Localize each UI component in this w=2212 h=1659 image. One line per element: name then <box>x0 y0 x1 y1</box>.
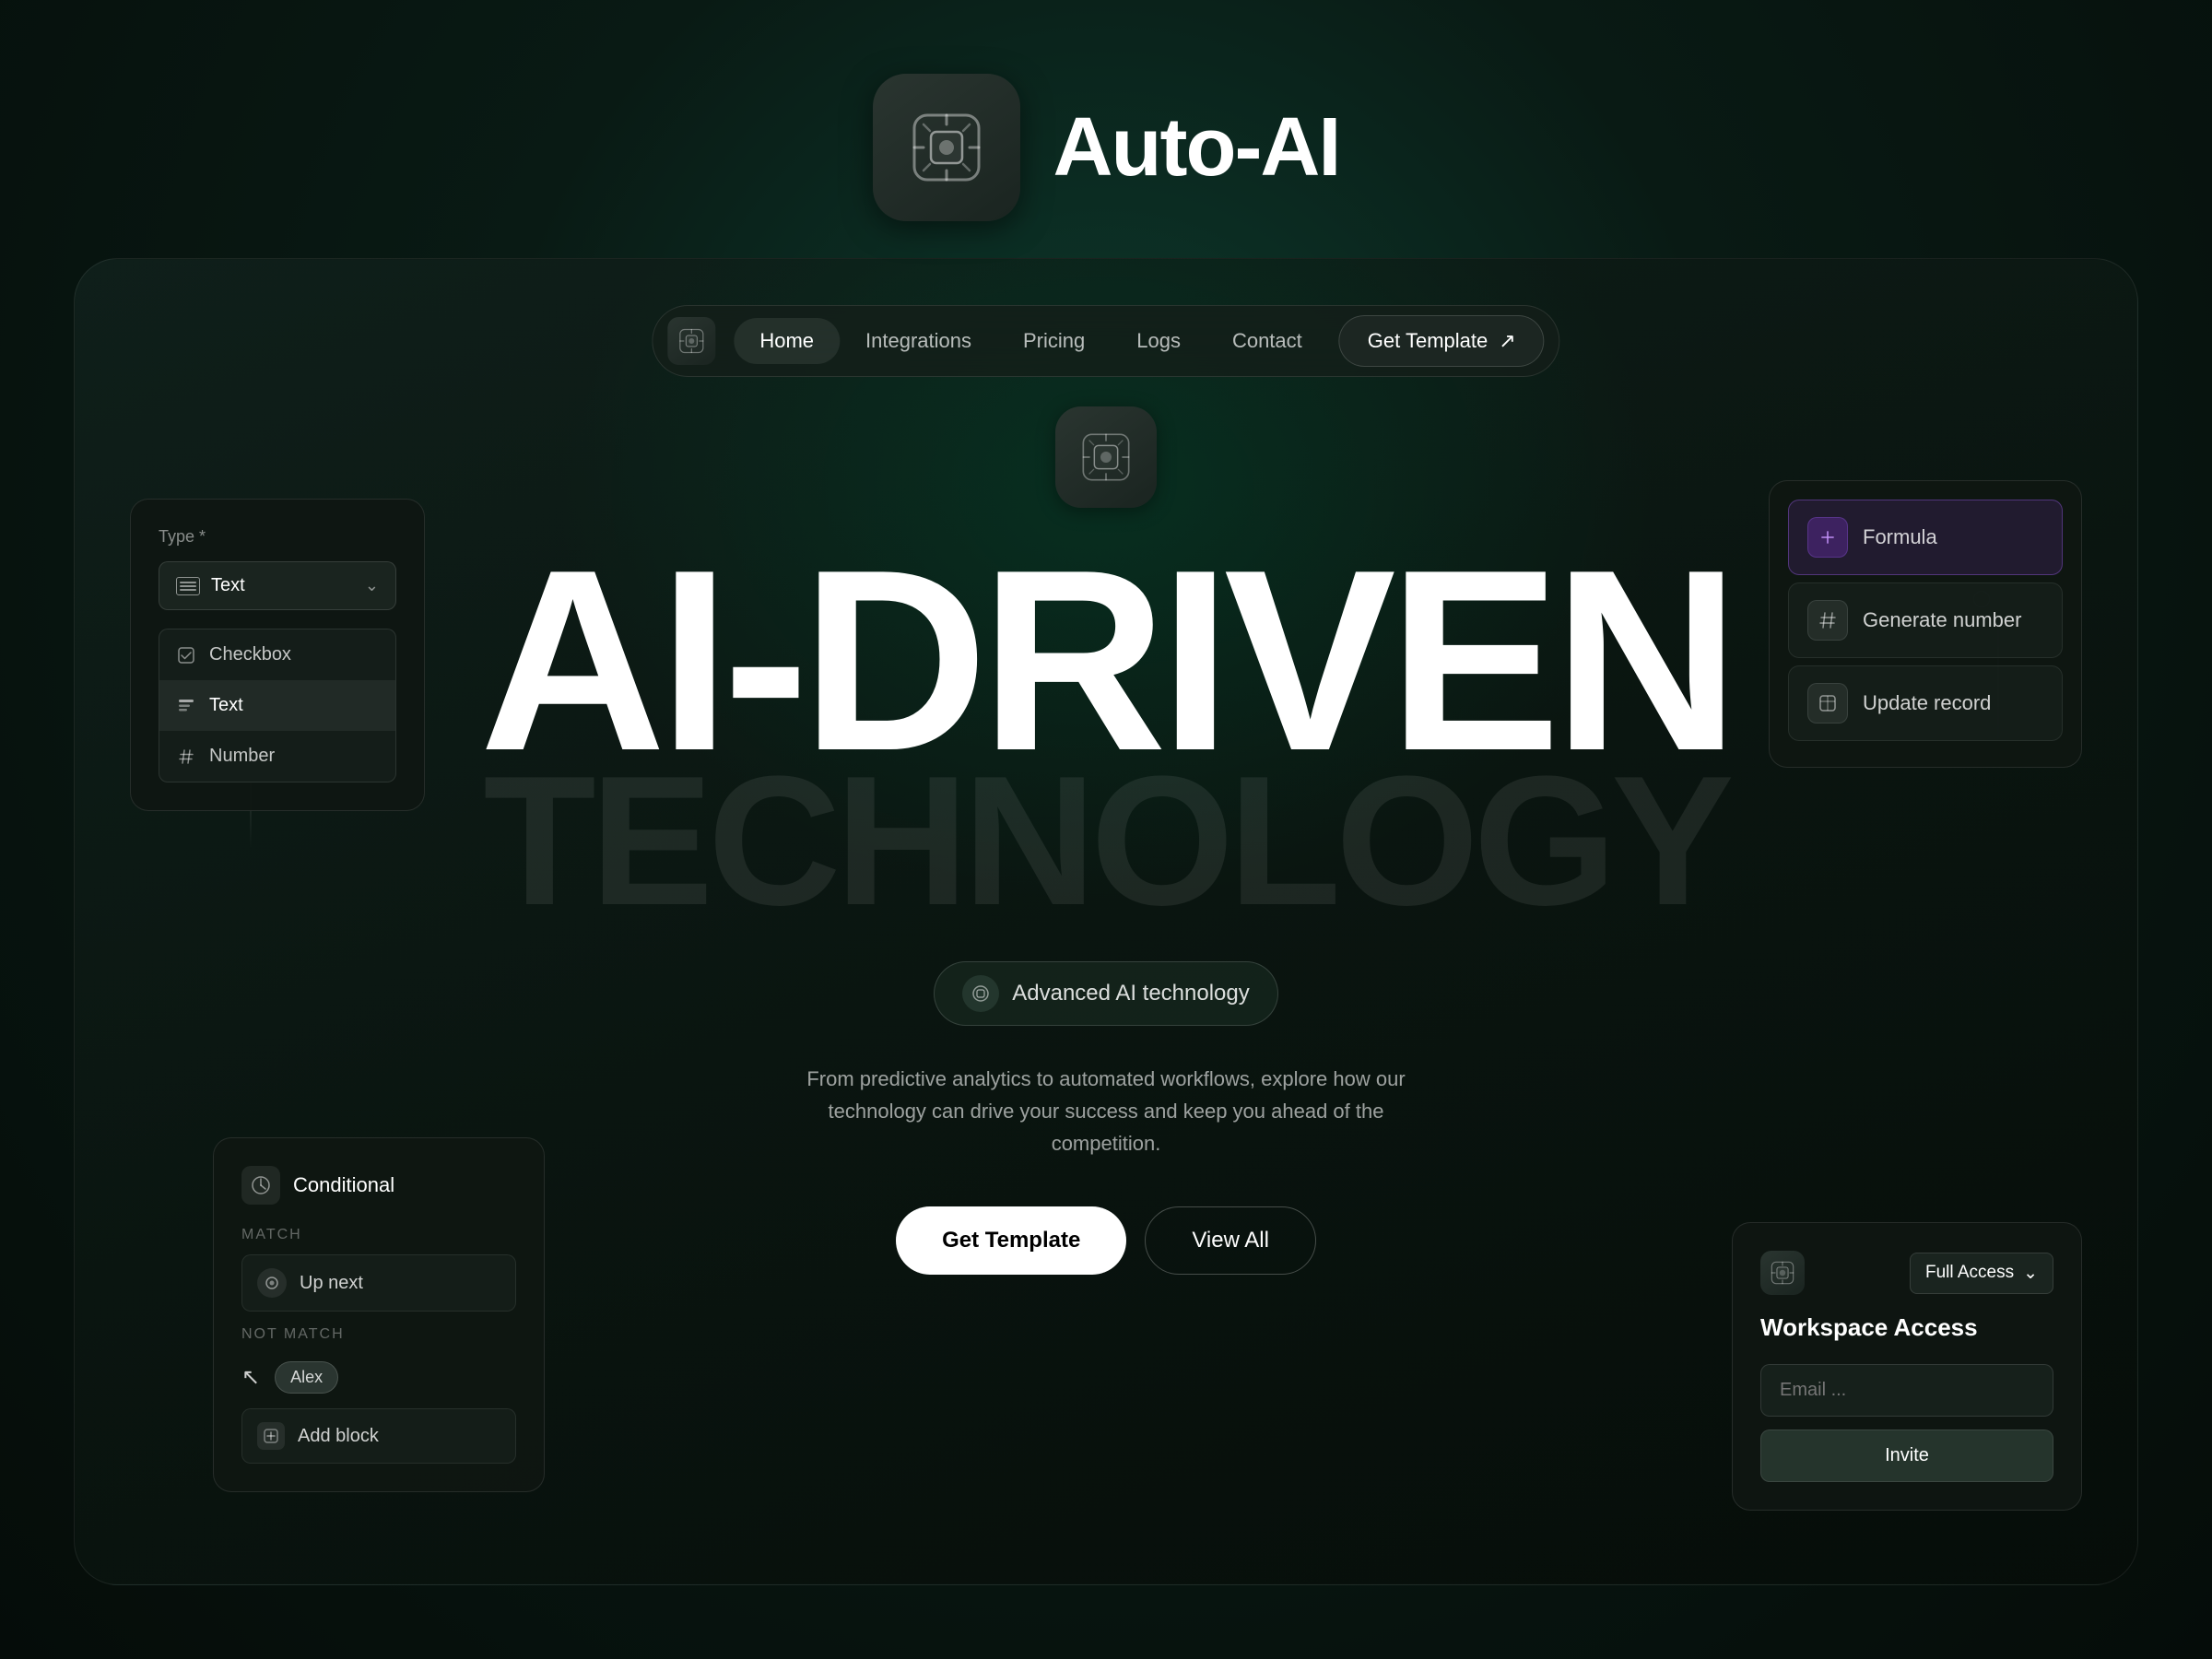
add-block-item[interactable]: Add block <box>241 1408 516 1464</box>
nav-item-integrations[interactable]: Integrations <box>840 318 997 364</box>
access-chevron-icon: ⌄ <box>2023 1263 2038 1284</box>
nav-cta-button[interactable]: Get Template ↗ <box>1339 315 1545 367</box>
access-label: Full Access <box>1925 1263 2014 1283</box>
navbar: Home Integrations Pricing Logs Contact G… <box>652 305 1559 377</box>
workspace-logo <box>1760 1251 1805 1295</box>
get-template-button[interactable]: Get Template <box>896 1206 1126 1275</box>
dropdown-item-number[interactable]: Number <box>159 731 395 782</box>
type-select-box[interactable]: Text ⌄ <box>159 561 396 610</box>
hero-title-sub: TECHNOLOGY <box>461 759 1751 924</box>
formula-item-update[interactable]: Update record <box>1788 665 2063 741</box>
brand-logo-icon <box>905 106 988 189</box>
conditional-header: Conditional <box>241 1166 516 1205</box>
nav-item-logs[interactable]: Logs <box>1111 318 1206 364</box>
not-match-section: NOT MATCH ↖ Alex Add block <box>241 1326 516 1464</box>
hero-logo-icon <box>1078 429 1134 485</box>
checkbox-icon <box>176 645 196 665</box>
not-match-label: NOT MATCH <box>241 1326 516 1343</box>
update-record-label: Update record <box>1863 691 1991 715</box>
formula-item-generate[interactable]: Generate number <box>1788 582 2063 658</box>
nav-cta-label: Get Template <box>1368 329 1488 353</box>
generate-number-label: Generate number <box>1863 608 2021 632</box>
nav-logo <box>667 317 715 365</box>
match-label: MATCH <box>241 1227 516 1243</box>
badge-icon <box>962 975 999 1012</box>
add-block-label: Add block <box>298 1426 379 1447</box>
workspace-title: Workspace Access <box>1760 1313 2053 1342</box>
dropdown-item-text[interactable]: Text <box>159 680 395 731</box>
formula-card: Formula Generate number Upd <box>1769 480 2082 768</box>
main-card: Home Integrations Pricing Logs Contact G… <box>74 258 2138 1585</box>
dropdown-label-number: Number <box>209 746 275 767</box>
hero-badge: Advanced AI technology <box>934 961 1278 1026</box>
nav-item-home[interactable]: Home <box>734 318 840 364</box>
selected-type: Text <box>211 575 245 596</box>
match-item-text: Up next <box>300 1273 363 1294</box>
brand-logo <box>873 74 1020 221</box>
match-item: Up next <box>241 1254 516 1312</box>
conditional-icon <box>241 1166 280 1205</box>
workspace-header: Full Access ⌄ <box>1760 1251 2053 1295</box>
nav-logo-icon <box>677 327 705 355</box>
nav-item-pricing[interactable]: Pricing <box>997 318 1111 364</box>
update-record-icon <box>1807 683 1848 724</box>
alex-badge: Alex <box>275 1361 338 1394</box>
email-input[interactable] <box>1760 1364 2053 1417</box>
top-brand-section: Auto-AI <box>0 0 2212 295</box>
workspace-card: Full Access ⌄ Workspace Access Invite <box>1732 1222 2082 1511</box>
generate-number-icon <box>1807 600 1848 641</box>
access-dropdown[interactable]: Full Access ⌄ <box>1910 1253 2053 1294</box>
formula-label: Formula <box>1863 525 1937 549</box>
cursor-icon: ↖ <box>241 1364 260 1391</box>
hero-content: AI-DRIVEN TECHNOLOGY Advanced AI technol… <box>461 406 1751 1275</box>
formula-item-formula[interactable]: Formula <box>1788 500 2063 575</box>
number-icon <box>176 747 196 767</box>
dropdown-chevron-icon: ⌄ <box>365 576 379 595</box>
badge-text: Advanced AI technology <box>1012 981 1250 1006</box>
invite-button[interactable]: Invite <box>1760 1430 2053 1482</box>
hero-description: From predictive analytics to automated w… <box>783 1063 1429 1160</box>
type-dropdown-menu: Checkbox Text <box>159 629 396 782</box>
text-icon <box>176 696 196 716</box>
select-box-inner: Text <box>176 575 245 596</box>
conditional-title: Conditional <box>293 1173 394 1197</box>
nav-item-contact[interactable]: Contact <box>1206 318 1328 364</box>
hero-buttons: Get Template View All <box>461 1206 1751 1275</box>
brand-container: Auto-AI <box>873 74 1340 221</box>
dropdown-item-checkbox[interactable]: Checkbox <box>159 629 395 680</box>
type-label: Type * <box>159 527 396 547</box>
brand-title: Auto-AI <box>1053 100 1340 195</box>
type-selector-card: Type * Text ⌄ Checkbox <box>130 499 425 811</box>
match-item-icon <box>257 1268 287 1298</box>
conditional-card: Conditional MATCH Up next NOT MATCH ↖ Al… <box>213 1137 545 1492</box>
dropdown-label-checkbox: Checkbox <box>209 644 291 665</box>
nav-cta-icon: ↗ <box>1499 329 1515 353</box>
view-all-button[interactable]: View All <box>1145 1206 1316 1275</box>
hero-logo <box>1055 406 1157 508</box>
workspace-logo-icon <box>1770 1260 1795 1286</box>
formula-icon <box>1807 517 1848 558</box>
add-block-icon <box>257 1422 285 1450</box>
select-text-icon <box>176 577 200 595</box>
dropdown-label-text: Text <box>209 695 243 716</box>
